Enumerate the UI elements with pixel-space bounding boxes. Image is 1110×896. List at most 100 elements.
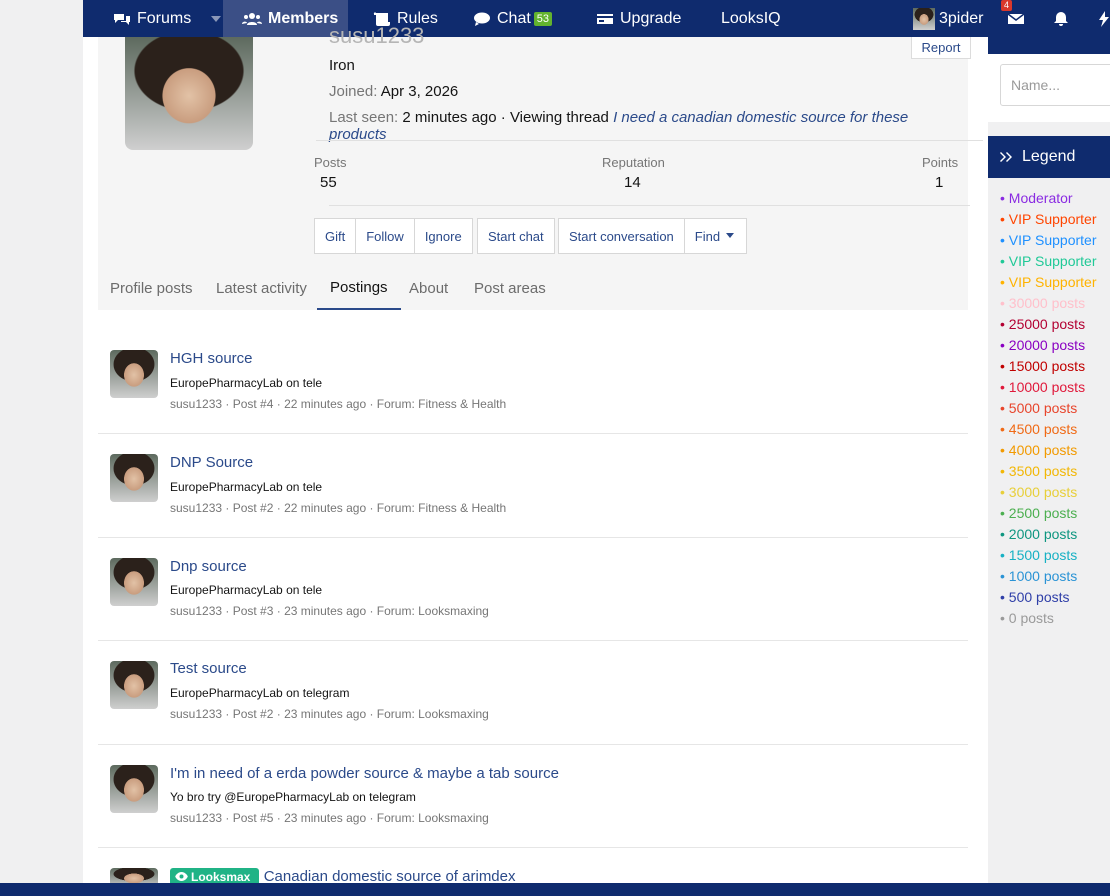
tab-about[interactable]: About [409,267,448,310]
post-meta: susu1233 · Post #3 · 23 minutes ago · Fo… [170,604,489,618]
profile-avatar[interactable] [125,37,253,150]
post-snippet: EuropePharmacyLab on tele [170,376,323,390]
legend-item: • 25000 posts [1000,316,1086,332]
list-item: DNP Source EuropePharmacyLab on tele sus… [98,434,968,538]
last-seen-value: 2 minutes ago · Viewing thread [402,109,614,126]
find-member-input[interactable]: Name... [1000,64,1110,106]
post-snippet: EuropePharmacyLab on tele [170,480,323,494]
nav-chat[interactable]: Chat 53 [473,0,553,37]
envelope-icon [1007,12,1025,24]
legend-item: • 10000 posts [1000,379,1086,395]
post-avatar[interactable] [110,350,158,398]
bolt-icon [1099,10,1109,27]
post-author-link[interactable]: susu1233 [170,397,222,411]
post-title-link[interactable]: HGH source [170,350,253,367]
nav-looksiq[interactable]: LooksIQ [721,0,781,37]
post-author-link[interactable]: susu1233 [170,811,222,825]
legend-item: • 4500 posts [1000,421,1078,437]
nav-upgrade-label: Upgrade [620,9,682,27]
nav-upgrade[interactable]: Upgrade [596,0,681,37]
stat-posts-label: Posts [314,155,347,170]
legend-title: Legend [1022,148,1076,165]
find-button[interactable]: Find [685,219,746,253]
eye-icon [175,872,188,881]
legend-item: • 30000 posts [1000,295,1086,311]
profile-tabs: Profile posts Latest activity Postings A… [98,267,968,310]
find-member-header [988,37,1110,54]
post-meta-details: · Post #4 · 22 minutes ago · Forum: Fitn… [222,397,507,411]
nav-forums[interactable]: Forums [113,0,237,37]
bell-icon [1054,11,1068,26]
post-author-link[interactable]: susu1233 [170,707,222,721]
whats-new-button[interactable] [1098,0,1110,37]
last-seen-line: Last seen: 2 minutes ago · Viewing threa… [329,109,968,143]
legend-item: • 20000 posts [1000,337,1086,353]
post-snippet: EuropePharmacyLab on tele [170,583,323,597]
divider [316,140,983,141]
top-navigation: Forums Members Rules Chat 53 Upgrade Loo… [83,0,1110,37]
post-avatar[interactable] [110,765,158,813]
legend-item: • 2500 posts [1000,505,1078,521]
list-item: Looksmax Canadian domestic source of ari… [98,848,968,888]
stat-points-value[interactable]: 1 [935,174,943,191]
ignore-button[interactable]: Ignore [415,219,472,253]
legend-item: • 2000 posts [1000,526,1078,542]
post-avatar[interactable] [110,558,158,606]
double-chevron-right-icon [1000,152,1012,162]
stat-posts-value[interactable]: 55 [320,174,337,191]
post-meta: susu1233 · Post #2 · 23 minutes ago · Fo… [170,707,489,721]
chat-icon [474,12,490,26]
nav-chat-label: Chat [497,9,531,27]
post-title-link[interactable]: I'm in need of a erda powder source & ma… [170,765,559,782]
user-avatar [913,7,935,30]
follow-button[interactable]: Follow [356,219,415,253]
post-meta-details: · Post #5 · 23 minutes ago · Forum: Look… [222,811,489,825]
post-meta: susu1233 · Post #2 · 22 minutes ago · Fo… [170,501,506,515]
tab-latest-activity[interactable]: Latest activity [216,267,307,310]
legend-item: • VIP Supporter [1000,211,1097,227]
last-seen-label: Last seen: [329,109,399,126]
post-meta: susu1233 · Post #4 · 22 minutes ago · Fo… [170,397,506,411]
joined-label: Joined: [329,83,378,100]
legend-item: • 1500 posts [1000,547,1078,563]
tab-postings[interactable]: Postings [317,267,401,310]
users-icon [242,12,262,25]
legend-item: • 3500 posts [1000,463,1078,479]
post-avatar[interactable] [110,454,158,502]
post-author-link[interactable]: susu1233 [170,604,222,618]
gift-button[interactable]: Gift [315,219,357,253]
post-title-link[interactable]: Dnp source [170,558,247,575]
conversation-action-group: Start conversation Find [558,218,748,254]
report-button[interactable]: Report [911,37,971,59]
legend-item: • VIP Supporter [1000,253,1097,269]
start-chat-button[interactable]: Start chat [478,219,554,253]
post-title-link[interactable]: Test source [170,660,247,677]
legend-item: • 1000 posts [1000,568,1078,584]
legend-item: • 3000 posts [1000,484,1078,500]
post-meta-details: · Post #3 · 23 minutes ago · Forum: Look… [222,604,489,618]
post-author-link[interactable]: susu1233 [170,501,222,515]
post-meta-details: · Post #2 · 22 minutes ago · Forum: Fitn… [222,501,507,515]
legend-item: • 500 posts [1000,589,1070,605]
find-label: Find [694,228,721,244]
credit-card-icon [597,13,613,24]
prefix-label: Looksmax [191,870,251,884]
start-conversation-button[interactable]: Start conversation [559,219,685,253]
post-title-link[interactable]: DNP Source [170,454,253,471]
comments-icon [114,13,130,25]
post-avatar[interactable] [110,661,158,709]
nav-looksiq-label: LooksIQ [721,9,781,27]
find-member-block: Name... [988,54,1110,122]
nav-forums-label: Forums [137,9,192,27]
divider [329,205,970,206]
stat-points-label: Points [922,155,959,170]
tab-profile-posts[interactable]: Profile posts [110,267,193,310]
stat-reputation-label: Reputation [602,155,665,170]
joined-line: Joined: Apr 3, 2026 [329,83,458,100]
legend-item: • Moderator [1000,190,1073,206]
nav-user-menu[interactable]: 3pider [913,0,983,37]
tab-post-areas[interactable]: Post areas [474,267,546,310]
alerts-button[interactable] [1053,0,1075,37]
nav-members-label: Members [268,9,339,27]
profile-username: susu1233 [329,23,425,48]
